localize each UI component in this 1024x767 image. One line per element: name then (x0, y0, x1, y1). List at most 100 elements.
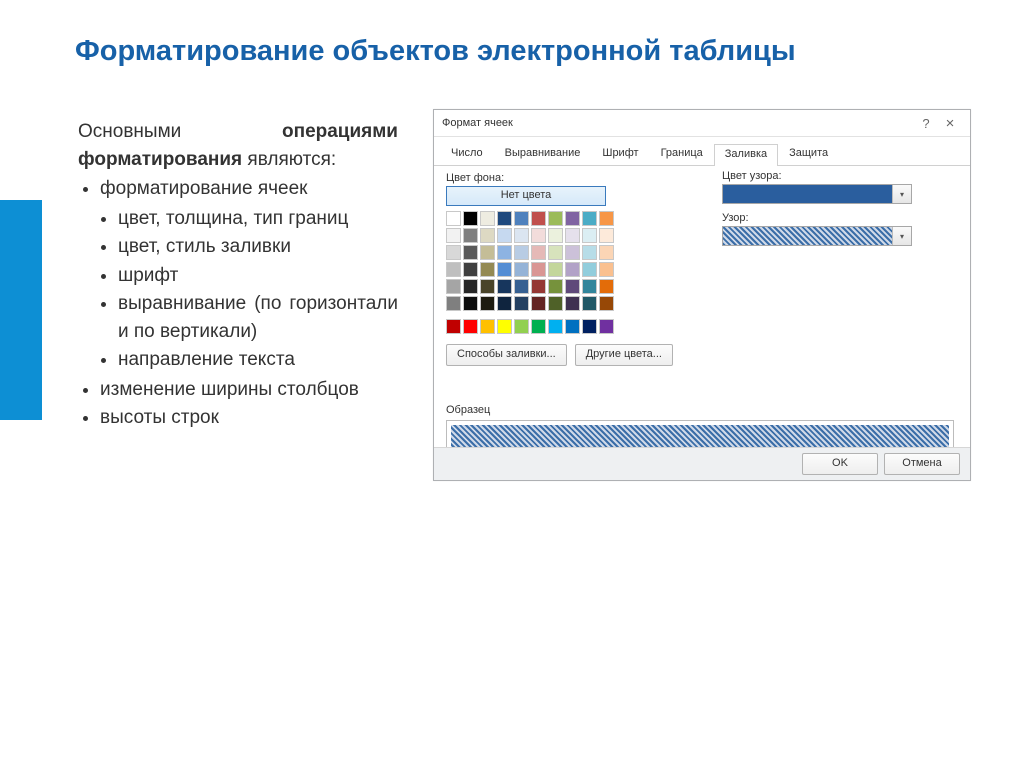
color-swatch[interactable] (582, 228, 597, 243)
tab-защита[interactable]: Защита (778, 143, 839, 165)
close-button[interactable]: × (938, 115, 962, 132)
tab-число[interactable]: Число (440, 143, 494, 165)
color-swatch[interactable] (480, 228, 495, 243)
color-swatch[interactable] (463, 319, 478, 334)
list-item: шрифт (118, 262, 398, 290)
color-swatch[interactable] (497, 296, 512, 311)
sample-label: Образец (446, 404, 958, 416)
color-swatch[interactable] (480, 296, 495, 311)
color-swatch[interactable] (514, 296, 529, 311)
color-swatch[interactable] (463, 262, 478, 277)
color-swatch[interactable] (463, 228, 478, 243)
color-swatch[interactable] (565, 228, 580, 243)
color-swatch[interactable] (446, 262, 461, 277)
color-swatch[interactable] (480, 319, 495, 334)
no-color-button[interactable]: Нет цвета (446, 186, 606, 206)
color-swatch[interactable] (531, 228, 546, 243)
pattern-color-dropdown[interactable]: ▾ (722, 184, 912, 204)
color-swatch[interactable] (446, 296, 461, 311)
color-swatch[interactable] (582, 296, 597, 311)
tab-заливка[interactable]: Заливка (714, 144, 778, 166)
color-swatch[interactable] (599, 319, 614, 334)
color-swatch[interactable] (565, 245, 580, 260)
color-swatch[interactable] (497, 279, 512, 294)
color-swatch[interactable] (531, 319, 546, 334)
color-swatch[interactable] (463, 296, 478, 311)
color-swatch[interactable] (446, 228, 461, 243)
color-swatch[interactable] (599, 279, 614, 294)
color-swatch[interactable] (531, 296, 546, 311)
color-swatch[interactable] (446, 211, 461, 226)
pattern-color-label: Цвет узора: (722, 170, 942, 182)
tab-выравнивание[interactable]: Выравнивание (494, 143, 592, 165)
dialog-footer: OK Отмена (434, 447, 970, 480)
color-swatch[interactable] (446, 245, 461, 260)
pattern-style-dropdown[interactable]: ▾ (722, 226, 912, 246)
color-swatch[interactable] (599, 262, 614, 277)
ok-button[interactable]: OK (802, 453, 878, 475)
color-swatch[interactable] (599, 211, 614, 226)
color-swatch[interactable] (514, 279, 529, 294)
bullet-list-1: форматирование ячеек (78, 175, 398, 203)
color-swatch[interactable] (514, 262, 529, 277)
color-swatch[interactable] (565, 211, 580, 226)
color-swatch[interactable] (582, 262, 597, 277)
color-swatch[interactable] (480, 245, 495, 260)
color-swatch[interactable] (480, 211, 495, 226)
color-swatch[interactable] (514, 319, 529, 334)
color-swatch[interactable] (582, 319, 597, 334)
cancel-button[interactable]: Отмена (884, 453, 960, 475)
color-swatch[interactable] (463, 245, 478, 260)
list-item: изменение ширины столбцов (100, 376, 398, 404)
color-swatch[interactable] (582, 211, 597, 226)
intro-text-1: Основными (78, 121, 282, 142)
fill-methods-button[interactable]: Способы заливки... (446, 344, 567, 366)
tab-шрифт[interactable]: Шрифт (591, 143, 649, 165)
color-swatch[interactable] (480, 279, 495, 294)
color-swatch[interactable] (582, 279, 597, 294)
color-swatch[interactable] (565, 262, 580, 277)
accent-bar (0, 200, 42, 420)
color-swatch[interactable] (446, 319, 461, 334)
color-swatch[interactable] (497, 245, 512, 260)
color-swatch[interactable] (531, 279, 546, 294)
list-item: форматирование ячеек (100, 175, 398, 203)
slide-title: Форматирование объектов электронной табл… (75, 35, 796, 68)
color-swatch[interactable] (480, 262, 495, 277)
color-swatch[interactable] (565, 296, 580, 311)
pattern-label: Узор: (722, 212, 942, 224)
help-button[interactable]: ? (914, 116, 938, 131)
color-swatch[interactable] (463, 211, 478, 226)
list-item: цвет, толщина, тип границ (118, 205, 398, 233)
color-swatch[interactable] (599, 296, 614, 311)
color-swatch[interactable] (531, 245, 546, 260)
color-swatch[interactable] (514, 228, 529, 243)
color-swatch[interactable] (548, 279, 563, 294)
color-swatch[interactable] (548, 245, 563, 260)
color-swatch[interactable] (531, 211, 546, 226)
color-swatch[interactable] (514, 211, 529, 226)
color-swatch[interactable] (548, 262, 563, 277)
intro-text-2: являются: (242, 149, 336, 170)
color-swatch[interactable] (599, 245, 614, 260)
other-colors-button[interactable]: Другие цвета... (575, 344, 673, 366)
tab-граница[interactable]: Граница (650, 143, 714, 165)
color-swatch[interactable] (497, 211, 512, 226)
color-swatch[interactable] (531, 262, 546, 277)
color-swatch[interactable] (446, 279, 461, 294)
color-swatch[interactable] (497, 228, 512, 243)
color-swatch[interactable] (548, 296, 563, 311)
color-swatch[interactable] (565, 279, 580, 294)
color-swatch[interactable] (497, 262, 512, 277)
color-swatch[interactable] (599, 228, 614, 243)
color-swatch[interactable] (497, 319, 512, 334)
color-swatch[interactable] (565, 319, 580, 334)
format-cells-dialog: Формат ячеек ? × ЧислоВыравниваниеШрифтГ… (433, 109, 971, 481)
color-swatch[interactable] (582, 245, 597, 260)
color-swatch[interactable] (463, 279, 478, 294)
color-swatch[interactable] (548, 211, 563, 226)
color-swatch[interactable] (514, 245, 529, 260)
color-swatch[interactable] (548, 228, 563, 243)
chevron-down-icon: ▾ (892, 227, 911, 245)
color-swatch[interactable] (548, 319, 563, 334)
